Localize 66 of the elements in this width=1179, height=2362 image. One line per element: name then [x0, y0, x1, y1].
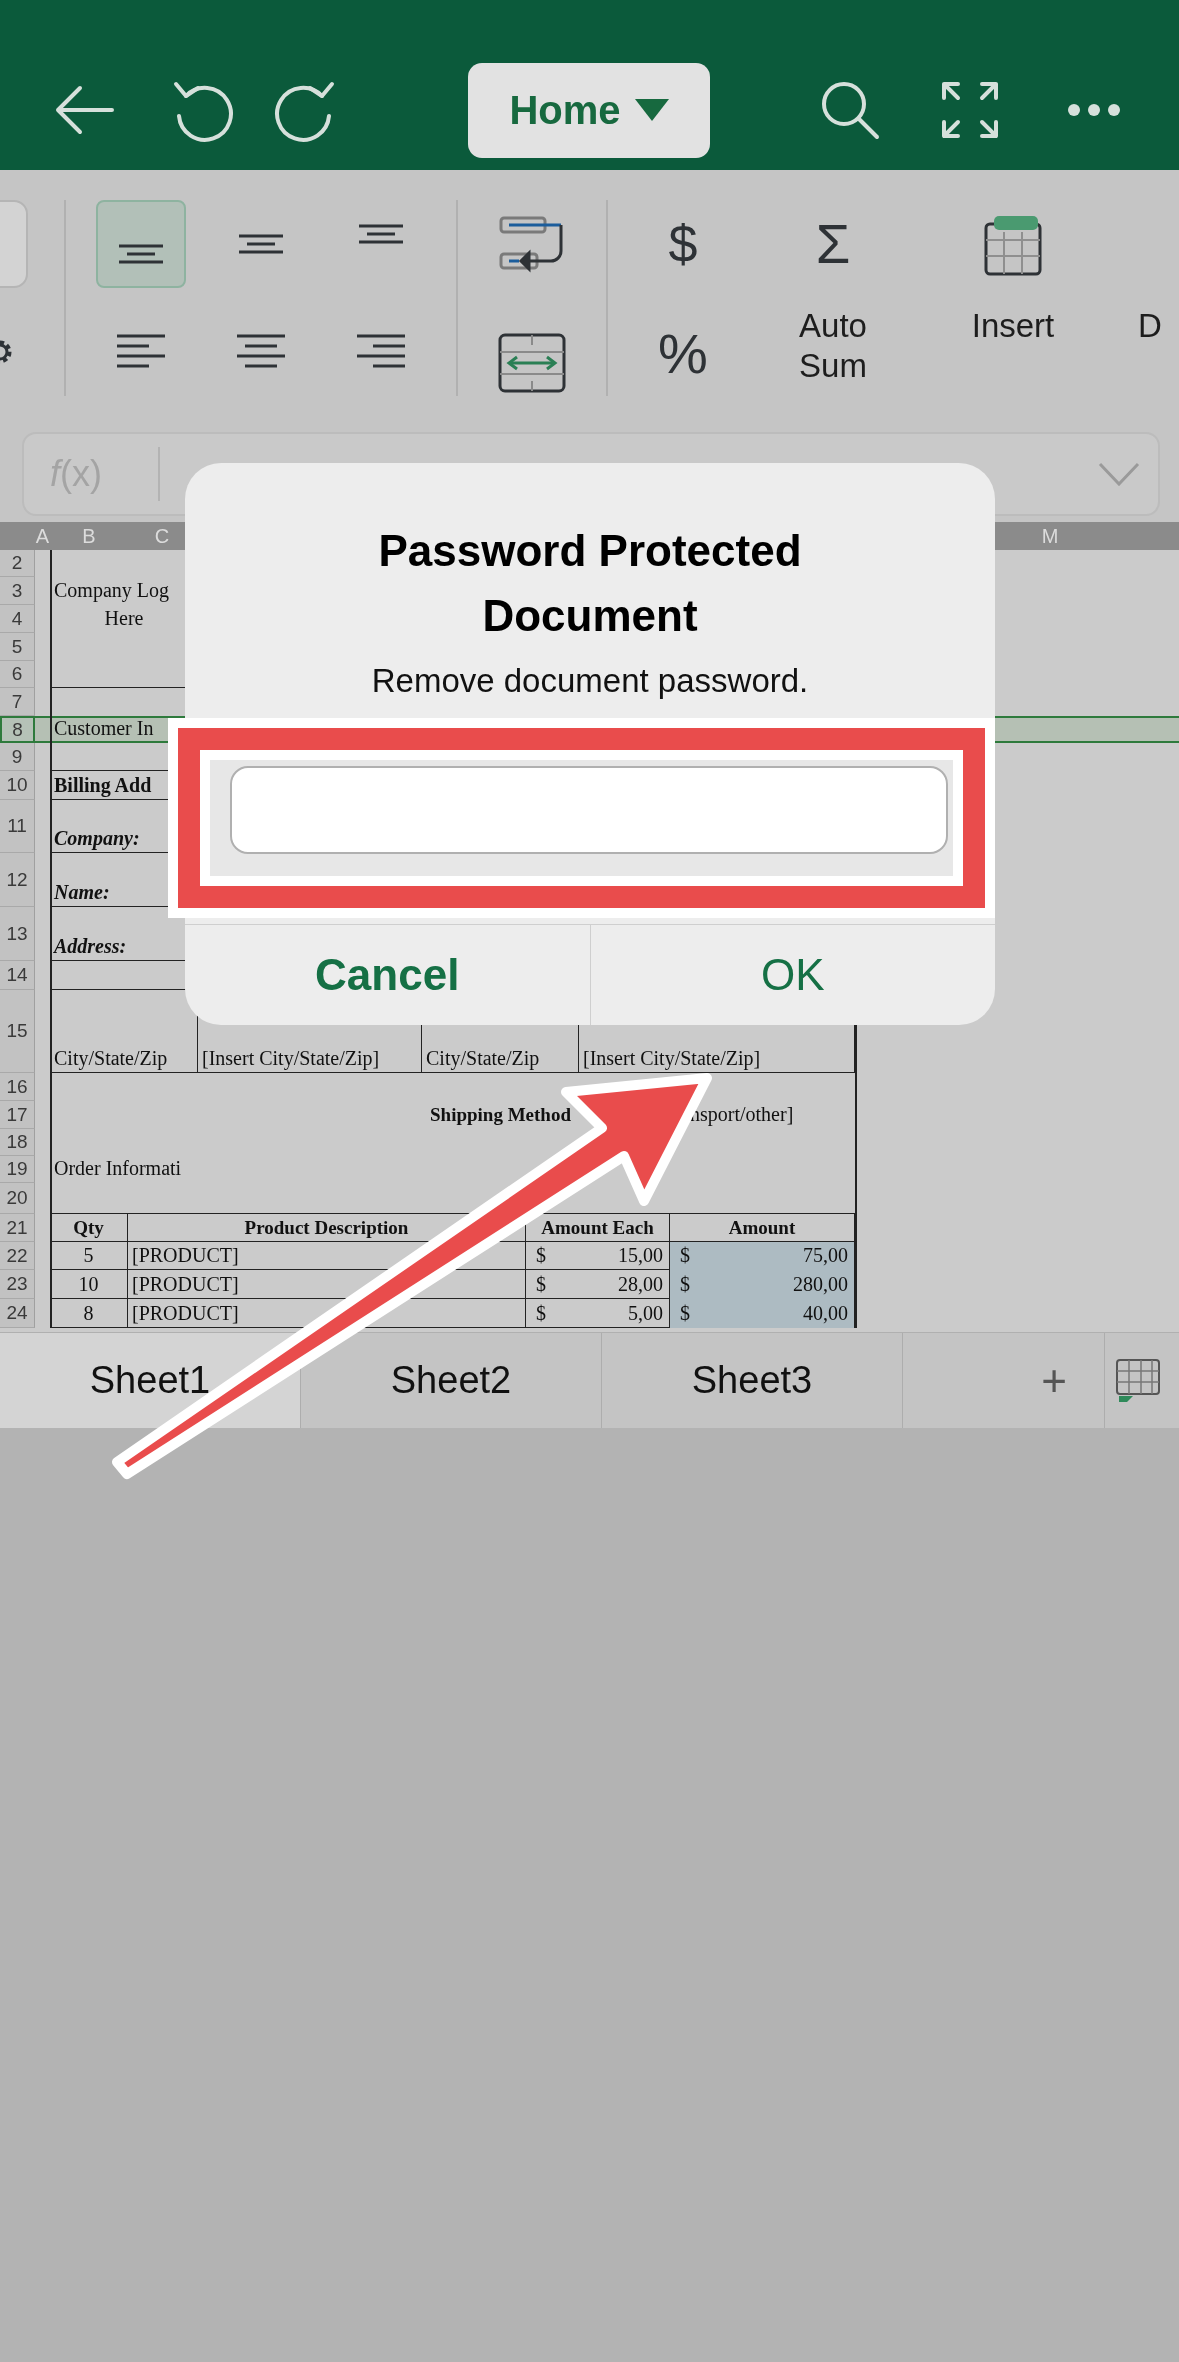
- dialog-message: Remove document password.: [370, 661, 810, 701]
- row-header[interactable]: 12: [0, 853, 35, 907]
- row-header[interactable]: 9: [0, 743, 35, 771]
- row-header[interactable]: 8: [0, 716, 35, 743]
- more-icon[interactable]: [1066, 102, 1122, 118]
- table-cell: Qty: [50, 1214, 128, 1242]
- table-cell-text: Company:: [53, 826, 141, 852]
- row-header[interactable]: 6: [0, 661, 35, 688]
- row-header[interactable]: 18: [0, 1129, 35, 1156]
- table-cell-text: Company Log: [53, 578, 170, 604]
- cell-value: 40,00: [803, 1302, 848, 1325]
- row-header[interactable]: 17: [0, 1101, 35, 1129]
- merge-cells-icon[interactable]: [497, 332, 567, 394]
- row-header[interactable]: 4: [0, 605, 35, 633]
- currency-sign: $: [680, 1302, 690, 1325]
- grid-icon[interactable]: [1115, 1357, 1161, 1404]
- ribbon-label: D: [1138, 306, 1162, 346]
- row-header[interactable]: 5: [0, 633, 35, 661]
- table-cell-text: Address:: [52, 934, 128, 959]
- cell-value: 15,00: [618, 1244, 663, 1267]
- currency-sign: $: [680, 1244, 690, 1267]
- row-header[interactable]: 2: [0, 550, 35, 577]
- row-header[interactable]: 10: [0, 771, 35, 800]
- alignment-button[interactable]: [96, 200, 186, 288]
- sheet-tab[interactable]: Sheet3: [602, 1333, 903, 1428]
- row-header[interactable]: 19: [0, 1156, 35, 1183]
- percent-format-button[interactable]: %: [658, 310, 708, 398]
- row-header[interactable]: 20: [0, 1183, 35, 1214]
- row-header[interactable]: 14: [0, 961, 35, 990]
- home-menu[interactable]: Home: [468, 62, 710, 158]
- row-header[interactable]: 15: [0, 990, 35, 1073]
- currency-sign: $: [536, 1244, 546, 1267]
- password-field[interactable]: [230, 766, 948, 854]
- row-header[interactable]: 7: [0, 688, 35, 716]
- table-cell-text: Order Informati: [53, 1156, 183, 1181]
- cell-value: 28,00: [618, 1273, 663, 1296]
- row-header[interactable]: 21: [0, 1214, 35, 1242]
- insert-button[interactable]: Insert: [948, 200, 1078, 346]
- table-cell-text: Here: [103, 606, 145, 631]
- table-cell-text: Billing Add: [53, 773, 153, 799]
- currency-sign: $: [536, 1302, 546, 1325]
- table-cell: 10: [50, 1270, 128, 1299]
- table-cell-text: Name:: [53, 880, 111, 905]
- row-header[interactable]: 16: [0, 1073, 35, 1101]
- ok-button[interactable]: OK: [589, 925, 995, 1025]
- row-header[interactable]: 13: [0, 907, 35, 961]
- add-sheet-button[interactable]: +: [1014, 1355, 1094, 1406]
- cell-value: 75,00: [803, 1244, 848, 1267]
- row-header[interactable]: 22: [0, 1242, 35, 1270]
- currency-format-button[interactable]: $: [668, 200, 698, 288]
- cell-value: 280,00: [793, 1273, 848, 1296]
- table-cell: 5: [50, 1242, 128, 1270]
- table-cell-text: Customer In: [53, 716, 155, 741]
- currency-sign: $: [536, 1273, 546, 1296]
- cell-value: 5,00: [628, 1302, 663, 1325]
- row-header[interactable]: 11: [0, 800, 35, 853]
- autosum-button[interactable]: Σ Auto Sum: [768, 200, 898, 386]
- table-cell-text: Shipping Method: [429, 1103, 572, 1127]
- row-header[interactable]: 23: [0, 1270, 35, 1299]
- table-cell: 8: [50, 1299, 128, 1328]
- table-cell-text: nsport/other]: [689, 1102, 795, 1128]
- row-header[interactable]: 24: [0, 1299, 35, 1328]
- currency-sign: $: [680, 1273, 690, 1296]
- dialog-title: Password Protected Document: [377, 525, 803, 642]
- caret-icon: [634, 99, 669, 121]
- row-header[interactable]: 3: [0, 577, 35, 605]
